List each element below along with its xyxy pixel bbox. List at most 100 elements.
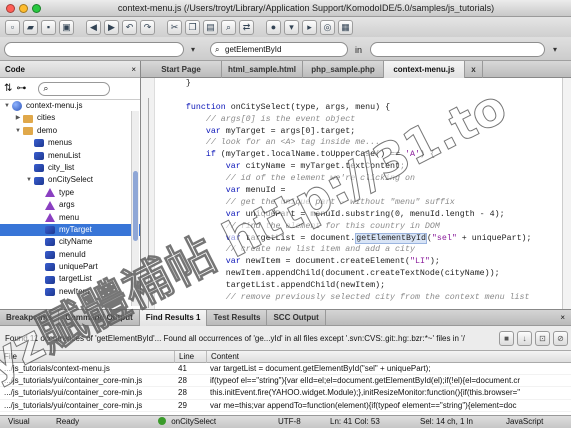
tree-item[interactable]: menus: [0, 137, 140, 149]
tree-item[interactable]: ▼ onCitySelect: [0, 174, 140, 186]
function-icon: [45, 288, 55, 297]
bottom-tab[interactable]: SCC Output: [267, 310, 326, 326]
search-input-value: getElementById: [225, 45, 282, 54]
column-line[interactable]: Line: [174, 351, 194, 363]
cut-icon[interactable]: ✂: [167, 19, 182, 35]
code-token: menuId =: [240, 186, 291, 196]
result-line: 28: [178, 388, 187, 398]
tree-item[interactable]: newItem: [0, 286, 140, 298]
run-macro-icon[interactable]: ▸: [302, 19, 317, 35]
tree-item[interactable]: myTarget: [0, 223, 140, 237]
replace-icon[interactable]: ⇄: [239, 19, 254, 35]
column-content[interactable]: Content: [206, 351, 239, 363]
sort-icon[interactable]: ⇅: [4, 83, 12, 94]
find-icon[interactable]: ⌕: [221, 19, 236, 35]
result-row[interactable]: .../js_tutorials/context-menu.js 41 var ta…: [0, 363, 571, 376]
bottom-tab[interactable]: Breakpoints: [0, 310, 60, 326]
close-window-button[interactable]: [6, 3, 15, 13]
disclosure-triangle-icon[interactable]: ▼: [2, 100, 12, 112]
chevron-down-icon[interactable]: ▾: [548, 42, 562, 57]
editor-tab[interactable]: Start Page: [141, 61, 222, 78]
chevron-down-icon[interactable]: ▾: [284, 19, 299, 35]
status-language[interactable]: JavaScript: [506, 416, 543, 428]
editor-tab[interactable]: x: [465, 61, 483, 78]
result-row[interactable]: .../js_tutorials/yui/container_core-min.…: [0, 375, 571, 388]
bottom-tab[interactable]: Find Results 1: [139, 310, 208, 326]
tree-item[interactable]: uniquePart: [0, 261, 140, 273]
tree-item-label: menuList: [48, 150, 81, 160]
browser-preview-icon[interactable]: ◎: [320, 19, 335, 35]
path-combo[interactable]: [4, 42, 184, 57]
code-token: // get the unique part - without "menu" …: [225, 197, 455, 207]
bottom-tab[interactable]: Command Output: [59, 310, 140, 326]
tree-item[interactable]: type: [0, 187, 140, 199]
status-ready: Ready: [56, 417, 80, 426]
close-icon[interactable]: ×: [131, 61, 136, 78]
search-icon: ⌕: [215, 45, 220, 54]
lock-icon[interactable]: ⊡: [535, 330, 550, 346]
result-row[interactable]: .../js_tutorials/yui/container_core-min.…: [0, 387, 571, 400]
search-input[interactable]: ⌕ getElementById: [210, 42, 348, 57]
status-encoding[interactable]: UTF-8: [278, 416, 301, 428]
back-icon[interactable]: ◀: [86, 19, 101, 35]
bottom-tab[interactable]: Test Results: [207, 310, 268, 326]
chevron-down-icon[interactable]: ▾: [186, 42, 200, 57]
code-pane-title: Code: [5, 65, 25, 74]
save-icon[interactable]: ▪: [41, 19, 56, 35]
disclosure-triangle-icon[interactable]: ▼: [24, 174, 34, 186]
scope-combo[interactable]: [370, 42, 545, 57]
result-row[interactable]: .../js_tutorials/yui/container_core-min.…: [0, 400, 571, 412]
tree-item[interactable]: menuId: [0, 249, 140, 261]
editor-tab[interactable]: html_sample.html: [222, 61, 303, 78]
result-line: 41: [178, 364, 187, 373]
function-icon: [45, 275, 55, 284]
clear-results-icon[interactable]: ⊘: [553, 330, 568, 346]
stop-search-icon[interactable]: ■: [499, 330, 514, 346]
scrollbar-thumb[interactable]: [133, 171, 138, 241]
editor-tab[interactable]: context-menu.js: [384, 61, 465, 78]
code-tree-scrollbar[interactable]: [131, 111, 139, 306]
editor-scrollbar[interactable]: [562, 78, 571, 309]
tree-item[interactable]: menu: [0, 212, 140, 224]
tree-item-label: cities: [37, 113, 56, 123]
zoom-window-button[interactable]: [32, 3, 41, 13]
new-file-icon[interactable]: ▫: [5, 19, 20, 35]
toolbox-icon[interactable]: ▦: [338, 19, 353, 35]
code-text[interactable]: } function onCitySelect(type, args, menu…: [166, 78, 532, 304]
column-file[interactable]: File: [0, 351, 17, 363]
function-icon: [34, 139, 44, 148]
redo-icon[interactable]: ↷: [140, 19, 155, 35]
paste-icon[interactable]: ▤: [203, 19, 218, 35]
undo-icon[interactable]: ↶: [122, 19, 137, 35]
code-line: var myTarget = args[0].target;: [166, 126, 532, 138]
function-icon: [45, 226, 55, 235]
tree-item[interactable]: city_list: [0, 162, 140, 174]
tree-item[interactable]: targetList: [0, 273, 140, 285]
code-editor[interactable]: } function onCitySelect(type, args, menu…: [141, 78, 571, 309]
result-file: .../js_tutorials/yui/container_core-min.…: [4, 376, 143, 386]
debug-go-icon[interactable]: ●: [266, 19, 281, 35]
minimize-window-button[interactable]: [19, 3, 28, 13]
tree-item[interactable]: args: [0, 199, 140, 211]
status-scope: onCitySelect: [158, 416, 216, 428]
editor-tab[interactable]: php_sample.php: [303, 61, 384, 78]
disclosure-triangle-icon[interactable]: ▼: [13, 125, 23, 137]
jump-to-icon[interactable]: ↓: [517, 330, 532, 346]
tree-item[interactable]: ▼ demo: [0, 125, 140, 137]
tree-item[interactable]: ▶ cities: [0, 112, 140, 124]
result-file: .../js_tutorials/context-menu.js: [4, 364, 110, 373]
open-folder-icon[interactable]: ▰: [23, 19, 38, 35]
tree-item[interactable]: ▼ context-menu.js: [0, 100, 140, 112]
tree-item[interactable]: cityName: [0, 236, 140, 248]
tree-item[interactable]: menuList: [0, 150, 140, 162]
locate-icon[interactable]: ⊶: [16, 83, 26, 94]
close-icon[interactable]: ×: [560, 313, 565, 322]
forward-icon[interactable]: ▶: [104, 19, 119, 35]
code-filter-input[interactable]: ⌕: [38, 81, 111, 96]
copy-icon[interactable]: ❐: [185, 19, 200, 35]
disclosure-triangle-icon[interactable]: ▶: [13, 112, 23, 124]
save-all-icon[interactable]: ▣: [59, 19, 74, 35]
